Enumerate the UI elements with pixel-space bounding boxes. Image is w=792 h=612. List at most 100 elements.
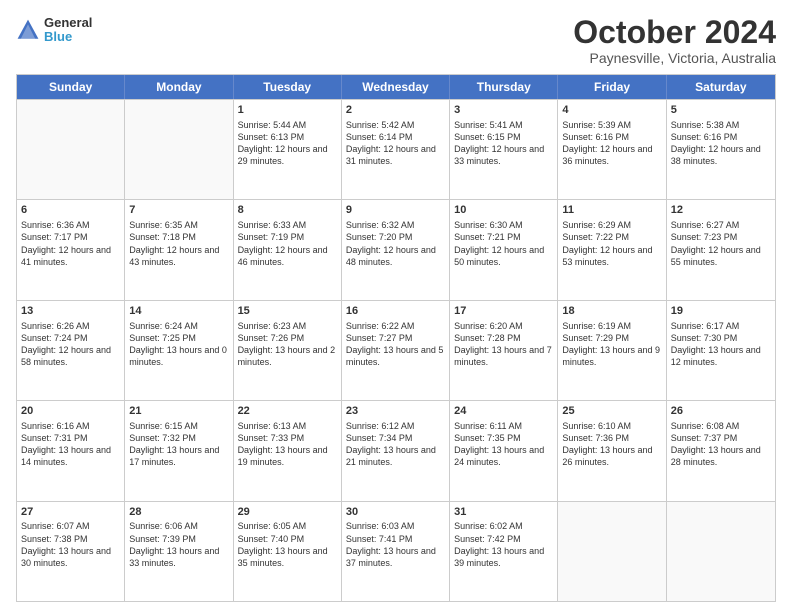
logo: General Blue bbox=[16, 16, 92, 45]
cal-cell bbox=[125, 100, 233, 199]
cell-day-number: 24 bbox=[454, 404, 553, 419]
cal-cell: 17Sunrise: 6:20 AM Sunset: 7:28 PM Dayli… bbox=[450, 301, 558, 400]
cal-cell: 6Sunrise: 6:36 AM Sunset: 7:17 PM Daylig… bbox=[17, 200, 125, 299]
header-day-thursday: Thursday bbox=[450, 75, 558, 99]
cell-info: Sunrise: 5:38 AM Sunset: 6:16 PM Dayligh… bbox=[671, 119, 771, 168]
logo-text: General Blue bbox=[44, 16, 92, 45]
cal-cell: 15Sunrise: 6:23 AM Sunset: 7:26 PM Dayli… bbox=[234, 301, 342, 400]
cell-info: Sunrise: 6:17 AM Sunset: 7:30 PM Dayligh… bbox=[671, 320, 771, 369]
cell-day-number: 11 bbox=[562, 203, 661, 218]
logo-blue: Blue bbox=[44, 30, 92, 44]
cell-info: Sunrise: 6:19 AM Sunset: 7:29 PM Dayligh… bbox=[562, 320, 661, 369]
cell-day-number: 3 bbox=[454, 103, 553, 118]
cell-day-number: 20 bbox=[21, 404, 120, 419]
cell-info: Sunrise: 6:03 AM Sunset: 7:41 PM Dayligh… bbox=[346, 520, 445, 569]
cal-cell: 20Sunrise: 6:16 AM Sunset: 7:31 PM Dayli… bbox=[17, 401, 125, 500]
week-row-5: 27Sunrise: 6:07 AM Sunset: 7:38 PM Dayli… bbox=[17, 501, 775, 601]
cal-cell bbox=[558, 502, 666, 601]
header-day-monday: Monday bbox=[125, 75, 233, 99]
cal-cell: 11Sunrise: 6:29 AM Sunset: 7:22 PM Dayli… bbox=[558, 200, 666, 299]
cell-day-number: 21 bbox=[129, 404, 228, 419]
calendar-body: 1Sunrise: 5:44 AM Sunset: 6:13 PM Daylig… bbox=[17, 99, 775, 601]
cell-day-number: 13 bbox=[21, 304, 120, 319]
cell-day-number: 10 bbox=[454, 203, 553, 218]
cell-info: Sunrise: 6:32 AM Sunset: 7:20 PM Dayligh… bbox=[346, 219, 445, 268]
cell-info: Sunrise: 5:39 AM Sunset: 6:16 PM Dayligh… bbox=[562, 119, 661, 168]
cal-cell: 14Sunrise: 6:24 AM Sunset: 7:25 PM Dayli… bbox=[125, 301, 233, 400]
logo-general: General bbox=[44, 16, 92, 30]
cal-cell: 31Sunrise: 6:02 AM Sunset: 7:42 PM Dayli… bbox=[450, 502, 558, 601]
cell-info: Sunrise: 6:10 AM Sunset: 7:36 PM Dayligh… bbox=[562, 420, 661, 469]
cell-day-number: 18 bbox=[562, 304, 661, 319]
header-day-sunday: Sunday bbox=[17, 75, 125, 99]
cell-day-number: 4 bbox=[562, 103, 661, 118]
title-block: October 2024 Paynesville, Victoria, Aust… bbox=[573, 16, 776, 66]
cell-day-number: 9 bbox=[346, 203, 445, 218]
week-row-4: 20Sunrise: 6:16 AM Sunset: 7:31 PM Dayli… bbox=[17, 400, 775, 500]
cell-day-number: 29 bbox=[238, 505, 337, 520]
cell-day-number: 31 bbox=[454, 505, 553, 520]
cal-cell: 5Sunrise: 5:38 AM Sunset: 6:16 PM Daylig… bbox=[667, 100, 775, 199]
header-day-saturday: Saturday bbox=[667, 75, 775, 99]
cal-cell: 13Sunrise: 6:26 AM Sunset: 7:24 PM Dayli… bbox=[17, 301, 125, 400]
cal-cell: 26Sunrise: 6:08 AM Sunset: 7:37 PM Dayli… bbox=[667, 401, 775, 500]
cal-cell: 24Sunrise: 6:11 AM Sunset: 7:35 PM Dayli… bbox=[450, 401, 558, 500]
cell-info: Sunrise: 6:07 AM Sunset: 7:38 PM Dayligh… bbox=[21, 520, 120, 569]
cal-cell: 19Sunrise: 6:17 AM Sunset: 7:30 PM Dayli… bbox=[667, 301, 775, 400]
logo-icon bbox=[16, 18, 40, 42]
header-day-friday: Friday bbox=[558, 75, 666, 99]
cell-day-number: 1 bbox=[238, 103, 337, 118]
cal-cell: 29Sunrise: 6:05 AM Sunset: 7:40 PM Dayli… bbox=[234, 502, 342, 601]
cell-info: Sunrise: 5:42 AM Sunset: 6:14 PM Dayligh… bbox=[346, 119, 445, 168]
cell-info: Sunrise: 6:16 AM Sunset: 7:31 PM Dayligh… bbox=[21, 420, 120, 469]
cell-day-number: 19 bbox=[671, 304, 771, 319]
header: General Blue October 2024 Paynesville, V… bbox=[16, 16, 776, 66]
cell-info: Sunrise: 6:11 AM Sunset: 7:35 PM Dayligh… bbox=[454, 420, 553, 469]
calendar: SundayMondayTuesdayWednesdayThursdayFrid… bbox=[16, 74, 776, 602]
cal-cell: 10Sunrise: 6:30 AM Sunset: 7:21 PM Dayli… bbox=[450, 200, 558, 299]
cell-info: Sunrise: 6:33 AM Sunset: 7:19 PM Dayligh… bbox=[238, 219, 337, 268]
cal-cell: 27Sunrise: 6:07 AM Sunset: 7:38 PM Dayli… bbox=[17, 502, 125, 601]
cal-cell: 30Sunrise: 6:03 AM Sunset: 7:41 PM Dayli… bbox=[342, 502, 450, 601]
cell-info: Sunrise: 5:41 AM Sunset: 6:15 PM Dayligh… bbox=[454, 119, 553, 168]
cal-cell: 21Sunrise: 6:15 AM Sunset: 7:32 PM Dayli… bbox=[125, 401, 233, 500]
cal-cell: 22Sunrise: 6:13 AM Sunset: 7:33 PM Dayli… bbox=[234, 401, 342, 500]
page: General Blue October 2024 Paynesville, V… bbox=[0, 0, 792, 612]
cell-day-number: 6 bbox=[21, 203, 120, 218]
cal-cell: 4Sunrise: 5:39 AM Sunset: 6:16 PM Daylig… bbox=[558, 100, 666, 199]
cell-day-number: 12 bbox=[671, 203, 771, 218]
cell-day-number: 5 bbox=[671, 103, 771, 118]
calendar-header: SundayMondayTuesdayWednesdayThursdayFrid… bbox=[17, 75, 775, 99]
cell-day-number: 7 bbox=[129, 203, 228, 218]
cell-info: Sunrise: 6:22 AM Sunset: 7:27 PM Dayligh… bbox=[346, 320, 445, 369]
cell-info: Sunrise: 6:08 AM Sunset: 7:37 PM Dayligh… bbox=[671, 420, 771, 469]
cell-info: Sunrise: 6:15 AM Sunset: 7:32 PM Dayligh… bbox=[129, 420, 228, 469]
location: Paynesville, Victoria, Australia bbox=[573, 50, 776, 66]
cell-day-number: 14 bbox=[129, 304, 228, 319]
cal-cell: 16Sunrise: 6:22 AM Sunset: 7:27 PM Dayli… bbox=[342, 301, 450, 400]
cell-info: Sunrise: 6:12 AM Sunset: 7:34 PM Dayligh… bbox=[346, 420, 445, 469]
cal-cell: 9Sunrise: 6:32 AM Sunset: 7:20 PM Daylig… bbox=[342, 200, 450, 299]
cal-cell: 23Sunrise: 6:12 AM Sunset: 7:34 PM Dayli… bbox=[342, 401, 450, 500]
cell-day-number: 26 bbox=[671, 404, 771, 419]
cal-cell bbox=[17, 100, 125, 199]
cell-info: Sunrise: 6:29 AM Sunset: 7:22 PM Dayligh… bbox=[562, 219, 661, 268]
cell-day-number: 23 bbox=[346, 404, 445, 419]
cell-info: Sunrise: 6:35 AM Sunset: 7:18 PM Dayligh… bbox=[129, 219, 228, 268]
month-title: October 2024 bbox=[573, 16, 776, 48]
cal-cell: 18Sunrise: 6:19 AM Sunset: 7:29 PM Dayli… bbox=[558, 301, 666, 400]
cell-info: Sunrise: 6:26 AM Sunset: 7:24 PM Dayligh… bbox=[21, 320, 120, 369]
cell-info: Sunrise: 6:23 AM Sunset: 7:26 PM Dayligh… bbox=[238, 320, 337, 369]
cal-cell: 8Sunrise: 6:33 AM Sunset: 7:19 PM Daylig… bbox=[234, 200, 342, 299]
cell-day-number: 17 bbox=[454, 304, 553, 319]
cell-day-number: 2 bbox=[346, 103, 445, 118]
cell-info: Sunrise: 6:27 AM Sunset: 7:23 PM Dayligh… bbox=[671, 219, 771, 268]
cal-cell: 25Sunrise: 6:10 AM Sunset: 7:36 PM Dayli… bbox=[558, 401, 666, 500]
week-row-2: 6Sunrise: 6:36 AM Sunset: 7:17 PM Daylig… bbox=[17, 199, 775, 299]
cell-day-number: 8 bbox=[238, 203, 337, 218]
cell-day-number: 22 bbox=[238, 404, 337, 419]
cell-day-number: 25 bbox=[562, 404, 661, 419]
cell-info: Sunrise: 6:02 AM Sunset: 7:42 PM Dayligh… bbox=[454, 520, 553, 569]
cell-info: Sunrise: 6:06 AM Sunset: 7:39 PM Dayligh… bbox=[129, 520, 228, 569]
cell-info: Sunrise: 6:24 AM Sunset: 7:25 PM Dayligh… bbox=[129, 320, 228, 369]
